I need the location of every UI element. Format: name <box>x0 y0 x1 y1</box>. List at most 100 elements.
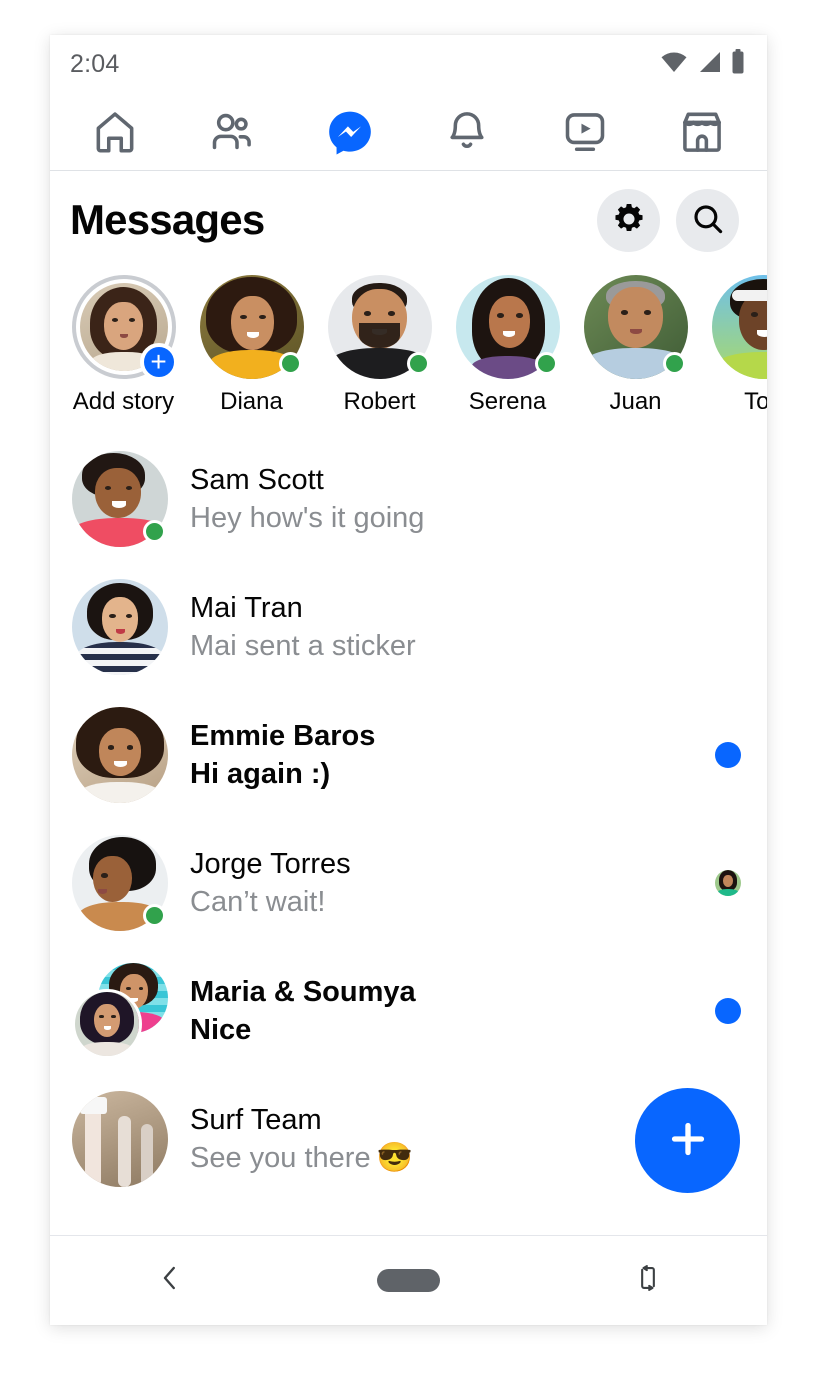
online-indicator <box>143 904 166 927</box>
avatar-art <box>72 1091 168 1187</box>
avatar <box>711 275 767 379</box>
conversation-name: Emmie Baros <box>190 719 376 752</box>
conversation-snippet: See you there 😎 <box>190 1142 413 1175</box>
conversation-name: Mai Tran <box>190 591 303 624</box>
status-bar: 2:04 <box>50 35 767 93</box>
snippet-text: Mai sent a sticker <box>190 629 416 662</box>
conversation-row-jorge-torres[interactable]: Jorge Torres Can’t wait! <box>50 819 767 947</box>
android-rotate-button[interactable] <box>528 1261 767 1300</box>
phone-frame: 2:04 Messages + Add story Diana Robert S… <box>50 35 767 1325</box>
conversation-status <box>715 998 741 1024</box>
conversation-name: Surf Team <box>190 1103 322 1136</box>
avatar-art <box>72 707 168 803</box>
conversation-snippet: Hey how's it going <box>190 502 424 535</box>
story-label: Juan <box>609 388 662 415</box>
facebook-top-nav <box>50 93 767 171</box>
conversation-snippet: Can’t wait! <box>190 886 351 919</box>
conversation-row-sam-scott[interactable]: Sam Scott Hey how's it going <box>50 435 767 563</box>
online-indicator <box>278 352 302 375</box>
battery-icon <box>731 49 745 79</box>
search-button[interactable] <box>676 188 739 252</box>
search-icon <box>690 201 726 240</box>
read-receipt-avatar <box>715 870 741 896</box>
conversation-name: Maria & Soumya <box>190 975 416 1008</box>
avatar-art <box>75 992 139 1056</box>
story-label: Add story <box>72 388 175 415</box>
conversation-row-emmie-baros[interactable]: Emmie Baros Hi again :) <box>50 691 767 819</box>
sunglasses-emoji-icon: 😎 <box>376 1141 413 1174</box>
snippet-text: Nice <box>190 1013 252 1046</box>
gear-icon <box>612 202 646 239</box>
story-avatar-wrap <box>199 275 304 379</box>
page-title: Messages <box>70 196 265 243</box>
conversation-status <box>715 742 741 768</box>
conversation-avatar <box>72 451 168 547</box>
back-chevron-icon <box>155 1261 185 1300</box>
snippet-text: Hey how's it going <box>190 501 425 534</box>
snippet-text: See you there <box>190 1141 371 1174</box>
conversation-avatar <box>72 835 168 931</box>
story-label: Ton <box>744 388 767 415</box>
story-avatar-wrap: + <box>71 275 178 381</box>
story-item-serena[interactable]: Serena <box>452 275 563 416</box>
conversation-snippet: Mai sent a sticker <box>190 630 416 663</box>
conversation-text: Jorge Torres Can’t wait! <box>190 848 351 919</box>
group-avatar-2 <box>72 989 142 1059</box>
snippet-text: Hi again :) <box>190 757 331 790</box>
nav-tab-notifications[interactable] <box>428 101 506 163</box>
nav-tab-home[interactable] <box>76 101 154 163</box>
nav-tab-messenger[interactable] <box>311 101 389 163</box>
conversation-text: Emmie Baros Hi again :) <box>190 720 375 791</box>
story-label: Diana <box>220 388 283 415</box>
header-actions <box>597 188 739 252</box>
story-avatar-wrap <box>583 275 688 379</box>
online-indicator <box>143 520 166 543</box>
story-label: Robert <box>343 388 416 415</box>
conversation-snippet: Nice <box>190 1014 416 1047</box>
messages-header: Messages <box>50 171 767 269</box>
story-avatar-wrap <box>327 275 432 379</box>
story-item-ton[interactable]: Ton <box>708 275 767 416</box>
conversation-name: Jorge Torres <box>190 847 351 880</box>
stories-row[interactable]: + Add story Diana Robert Serena Juan To <box>50 269 767 429</box>
nav-tab-friends[interactable] <box>193 101 271 163</box>
online-indicator <box>662 352 686 375</box>
avatar-art <box>715 870 741 896</box>
conversation-avatar-group <box>72 963 168 1059</box>
status-bar-time: 2:04 <box>70 49 120 78</box>
story-item-diana[interactable]: Diana <box>196 275 307 416</box>
online-indicator <box>406 352 430 375</box>
plus-icon <box>665 1116 711 1165</box>
conversation-text: Maria & Soumya Nice <box>190 976 416 1047</box>
conversation-text: Surf Team See you there 😎 <box>190 1104 413 1175</box>
avatar-art <box>72 579 168 675</box>
conversation-avatar <box>72 579 168 675</box>
story-item-robert[interactable]: Robert <box>324 275 435 416</box>
story-item-juan[interactable]: Juan <box>580 275 691 416</box>
new-message-fab-button[interactable] <box>635 1088 740 1193</box>
conversation-row-maria-and-soumya[interactable]: Maria & Soumya Nice <box>50 947 767 1075</box>
status-bar-icons <box>660 49 745 79</box>
snippet-text: Can’t wait! <box>190 885 326 918</box>
android-navigation-bar <box>50 1235 767 1325</box>
conversation-status <box>715 870 741 896</box>
conversation-text: Sam Scott Hey how's it going <box>190 464 424 535</box>
unread-dot-icon <box>715 998 741 1024</box>
android-home-button[interactable] <box>289 1269 528 1292</box>
rotate-screen-icon <box>634 1261 662 1300</box>
conversation-avatar <box>72 707 168 803</box>
story-item-add-story[interactable]: + Add story <box>68 275 179 416</box>
avatar-art <box>711 275 767 379</box>
conversation-avatar <box>72 1091 168 1187</box>
screenshot-root: 2:04 Messages + Add story Diana Robert S… <box>0 0 817 1378</box>
android-back-button[interactable] <box>50 1261 289 1300</box>
conversation-text: Mai Tran Mai sent a sticker <box>190 592 416 663</box>
online-indicator <box>534 352 558 375</box>
nav-tab-marketplace[interactable] <box>663 101 741 163</box>
conversation-row-mai-tran[interactable]: Mai Tran Mai sent a sticker <box>50 563 767 691</box>
add-story-plus-badge[interactable]: + <box>139 343 178 381</box>
story-avatar-wrap <box>455 275 560 379</box>
nav-tab-watch[interactable] <box>546 101 624 163</box>
settings-button[interactable] <box>597 188 660 252</box>
unread-dot-icon <box>715 742 741 768</box>
